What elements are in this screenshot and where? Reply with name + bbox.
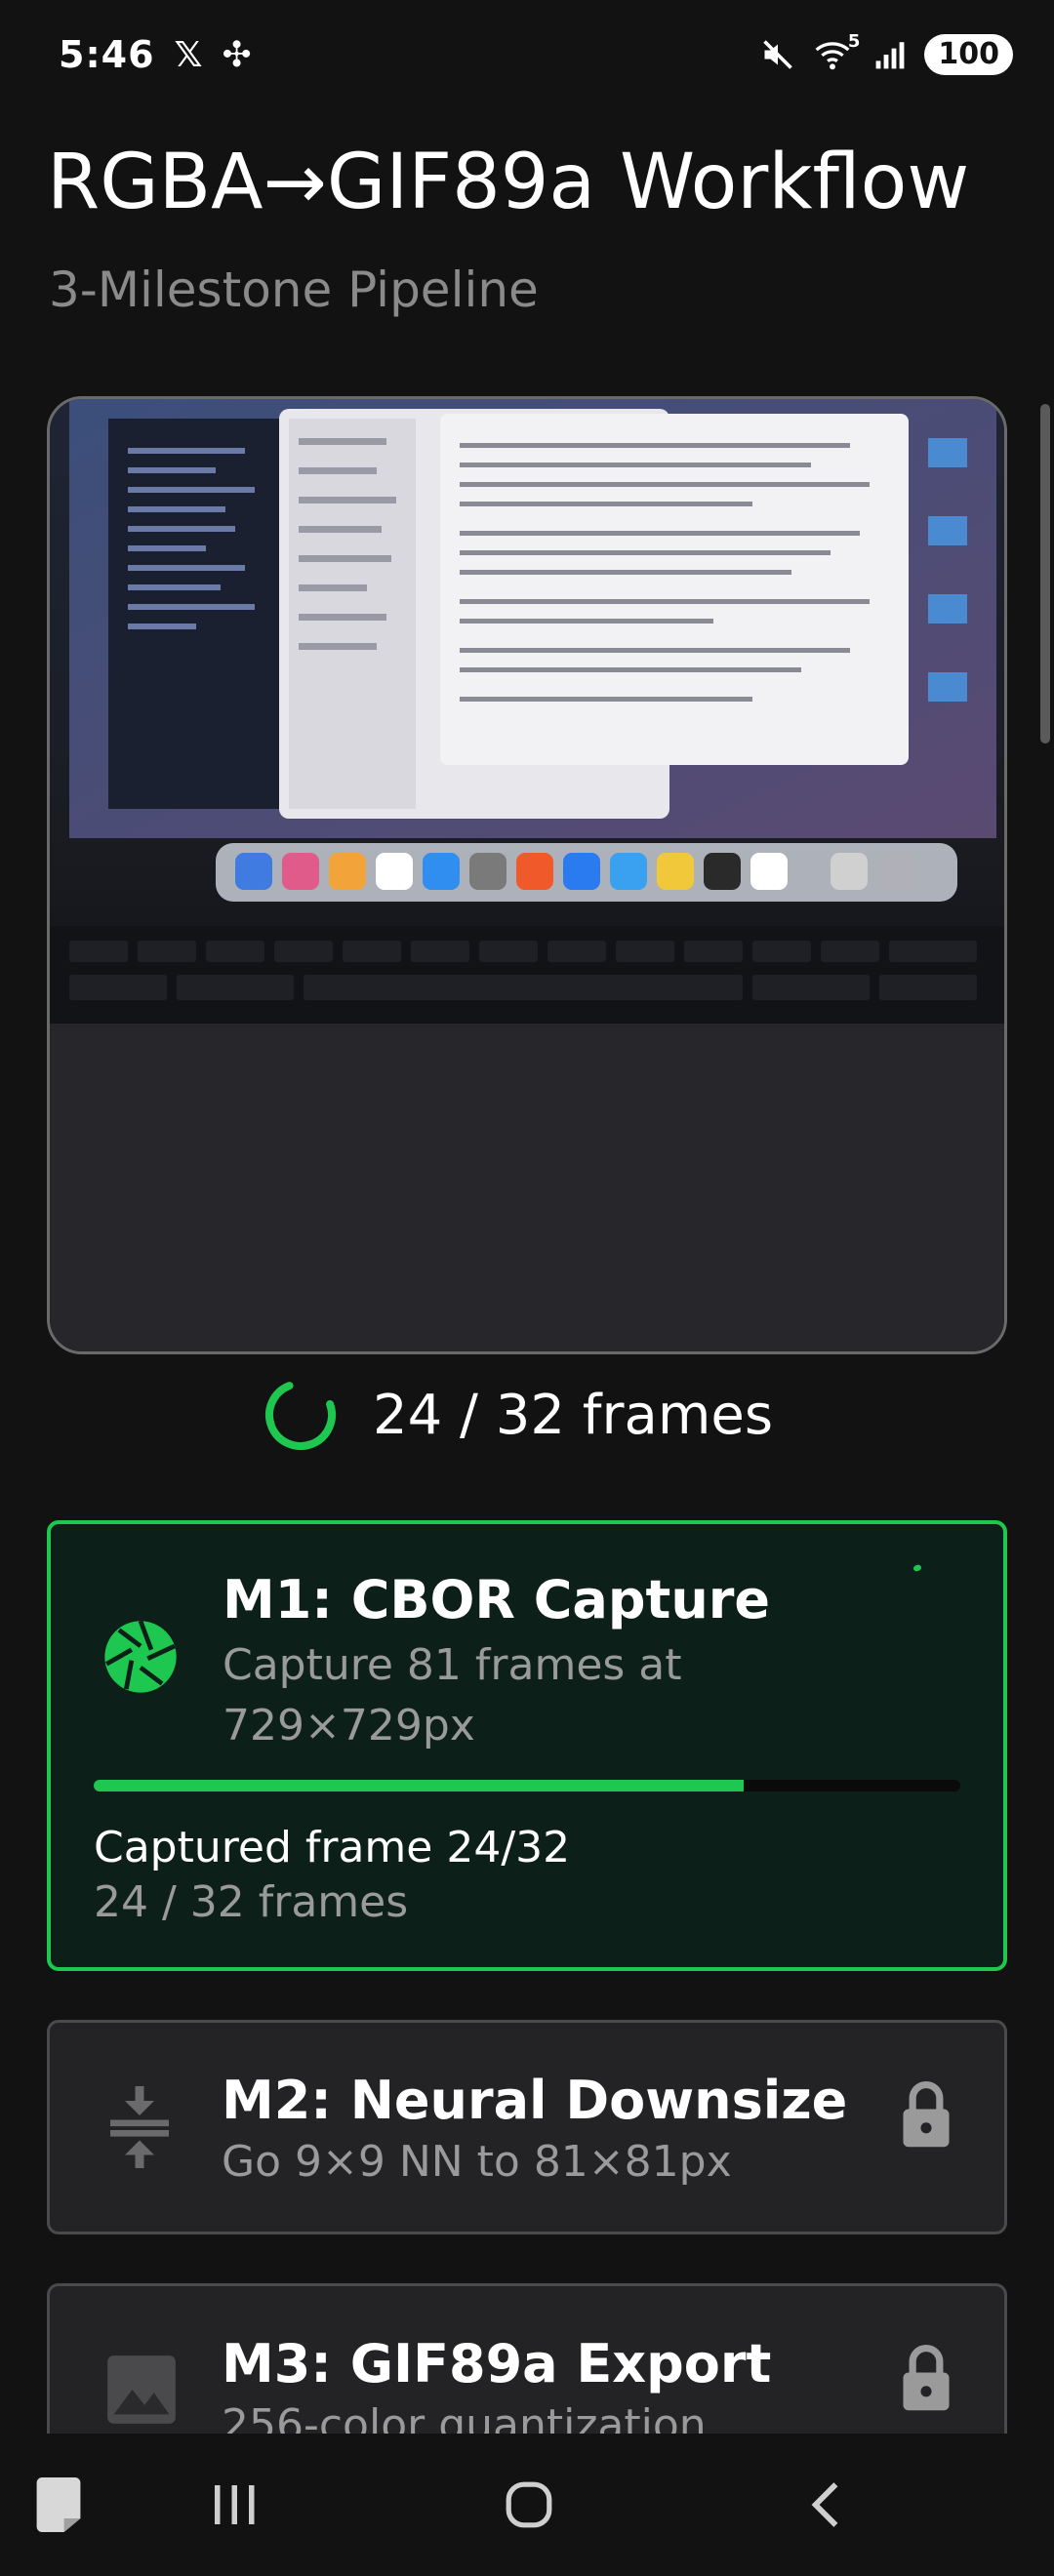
x-app-icon: 𝕏 [174, 34, 203, 75]
system-nav-bar [0, 2434, 1054, 2576]
capture-count: 24 / 32 frames [94, 1877, 409, 1927]
battery-indicator: 100 [924, 34, 1013, 75]
home-icon [506, 2481, 552, 2528]
compress-icon [110, 2086, 169, 2168]
lock-icon [903, 2345, 950, 2411]
accent-dot [912, 1563, 922, 1573]
milestone-card-m2[interactable]: M2: Neural Downsize Go 9×9 NN to 81×81px [47, 2020, 1007, 2234]
scrollbar-thumb[interactable] [1040, 404, 1050, 744]
status-left: 5:46 𝕏 ✣ [59, 33, 252, 76]
home-button[interactable] [488, 2434, 570, 2576]
back-button[interactable] [787, 2434, 865, 2576]
pinwheel-icon: ✣ [222, 34, 252, 75]
recents-button[interactable] [195, 2434, 273, 2576]
milestone-description: Capture 81 frames at 729×729px [223, 1640, 682, 1751]
capture-status: Captured frame 24/32 [94, 1823, 571, 1872]
capture-progress-bar [94, 1780, 960, 1791]
memo-app-icon [36, 2477, 81, 2532]
frame-status: 24 / 32 frames [264, 1376, 773, 1454]
laptop-screen-photo [50, 399, 1004, 1351]
recents-icon [215, 2485, 255, 2524]
status-bar: 5:46 𝕏 ✣ 5 100 [0, 0, 1054, 109]
image-icon [107, 2355, 176, 2424]
milestone-title: M3: GIF89a Export [222, 2333, 772, 2395]
signal-icon [875, 42, 905, 69]
page-title: RGBA→GIF89a Workflow [47, 139, 970, 226]
page-subtitle: 3-Milestone Pipeline [49, 262, 539, 318]
camera-preview [47, 396, 1007, 1354]
status-time: 5:46 [59, 33, 155, 76]
wifi-band-label: 5 [847, 31, 861, 52]
milestone-card-m1[interactable]: M1: CBOR Capture Capture 81 frames at 72… [47, 1520, 1007, 1971]
milestone-description: Go 9×9 NN to 81×81px [222, 2137, 732, 2187]
camera-shutter-icon [104, 1620, 177, 1693]
loading-spinner-icon [265, 1380, 336, 1450]
status-right: 5 100 [760, 31, 1013, 75]
milestone-title: M2: Neural Downsize [222, 2070, 848, 2131]
nav-app-shortcut[interactable] [20, 2434, 98, 2576]
capture-progress-fill [94, 1780, 744, 1791]
mute-icon [763, 40, 793, 69]
frame-count: 24 / 32 frames [373, 1383, 774, 1447]
lock-icon [903, 2081, 950, 2148]
wifi-icon: 5 [813, 31, 860, 72]
back-icon [811, 2482, 838, 2527]
milestone-title: M1: CBOR Capture [223, 1569, 771, 1630]
